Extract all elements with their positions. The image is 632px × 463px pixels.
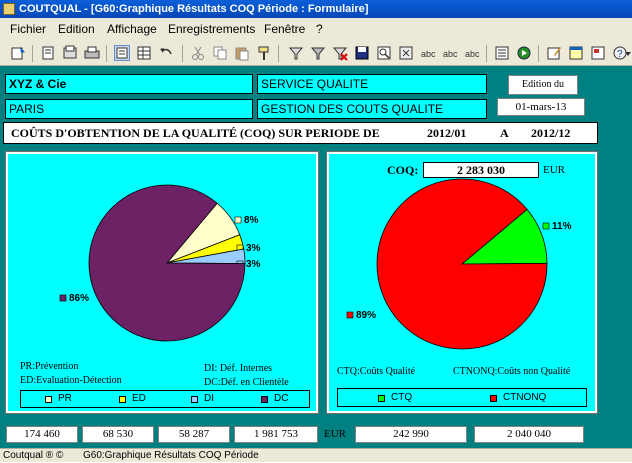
period-start[interactable]: 2012/01 xyxy=(427,126,466,141)
coq-split-pie: 11% 89% xyxy=(346,178,572,350)
coq-label-swatch-ctq xyxy=(542,222,550,230)
svg-text:abc: abc xyxy=(443,49,458,59)
paste-icon[interactable] xyxy=(234,45,250,61)
menu-affichage[interactable]: Affichage xyxy=(107,22,157,36)
toolbar: abc abc abc ? xyxy=(0,40,632,66)
save-icon[interactable] xyxy=(354,45,370,61)
database-window-icon[interactable] xyxy=(568,45,584,61)
coq-data-label-ctnonq: 89% xyxy=(356,310,376,321)
menu-fichier[interactable]: Fichier xyxy=(10,22,46,36)
legend-label-ed: ED xyxy=(132,393,146,404)
cost-data-label-ed: 3% xyxy=(246,243,261,254)
title-bar: COUTQUAL - [G60:Graphique Résultats COQ … xyxy=(0,0,632,18)
total-pr-field[interactable]: 174 460 xyxy=(6,426,78,443)
cut-icon[interactable] xyxy=(190,45,206,61)
form-view-icon[interactable] xyxy=(114,45,130,61)
cost-data-label-pr: 8% xyxy=(244,215,259,226)
note-dc: DC:Déf. en Clientèle xyxy=(204,377,289,388)
legend-swatch-ed xyxy=(119,396,126,403)
total-di-field[interactable]: 58 287 xyxy=(158,426,230,443)
edition-date-field[interactable]: 01-mars-13 xyxy=(497,98,585,116)
text-direction-icon[interactable]: abc xyxy=(464,45,480,61)
edit-code-icon[interactable] xyxy=(546,45,562,61)
period-label: COÛTS D'OBTENTION DE LA QUALITÉ (COQ) SU… xyxy=(11,126,380,140)
total-ctq-field[interactable]: 242 990 xyxy=(355,426,467,443)
print-icon[interactable] xyxy=(84,45,100,61)
legend-label-ctnonq: CTNONQ xyxy=(503,392,547,403)
undo-icon[interactable] xyxy=(158,45,174,61)
new-object-icon[interactable] xyxy=(590,45,606,61)
design-view-icon[interactable] xyxy=(10,45,26,61)
go-icon[interactable] xyxy=(516,45,532,61)
svg-text:abc: abc xyxy=(465,49,480,59)
spelling-icon[interactable]: abc xyxy=(420,45,436,61)
print-preview-icon[interactable] xyxy=(62,45,78,61)
grammar-icon[interactable]: abc xyxy=(442,45,458,61)
note-pr: PR:Prévention xyxy=(20,361,79,372)
remove-filter-icon[interactable] xyxy=(332,45,348,61)
note-ctnonq: CTNONQ:Coûts non Qualité xyxy=(453,366,571,377)
period-bar: COÛTS D'OBTENTION DE LA QUALITÉ (COQ) SU… xyxy=(3,122,598,144)
note-ctq: CTQ:Coûts Qualité xyxy=(337,366,416,377)
company-field[interactable]: XYZ & Cie xyxy=(5,74,253,94)
properties-icon[interactable] xyxy=(494,45,510,61)
copy-icon[interactable] xyxy=(212,45,228,61)
svg-text:abc: abc xyxy=(421,49,436,59)
city-field[interactable]: PARIS xyxy=(5,99,253,119)
legend-label-di: DI xyxy=(204,393,214,404)
filter-selection-icon[interactable] xyxy=(288,45,304,61)
coq-data-label-ctq: 11% xyxy=(552,221,572,232)
cost-breakdown-legend: PR ED DI DC xyxy=(20,390,310,408)
coq-slice-ctnonq xyxy=(376,178,548,350)
legend-swatch-ctnonq xyxy=(490,395,497,402)
toolbar-overflow-icon[interactable] xyxy=(624,45,632,61)
window-title: COUTQUAL - [G60:Graphique Résultats COQ … xyxy=(19,3,369,15)
open-icon[interactable] xyxy=(40,45,56,61)
format-painter-icon[interactable] xyxy=(256,45,272,61)
edition-label: Edition du xyxy=(508,75,578,95)
department-field[interactable]: GESTION DES COUTS QUALITE xyxy=(257,99,487,119)
menu-fenetre[interactable]: Fenêtre xyxy=(264,22,305,36)
coq-split-legend: CTQ CTNONQ xyxy=(337,388,587,407)
app-icon xyxy=(3,3,15,15)
filter-form-icon[interactable] xyxy=(310,45,326,61)
cost-label-swatch-dc xyxy=(59,294,67,302)
datasheet-view-icon[interactable] xyxy=(136,45,152,61)
legend-swatch-dc xyxy=(261,396,268,403)
legend-label-dc: DC xyxy=(274,393,289,404)
sort-icon[interactable] xyxy=(398,45,414,61)
menu-help[interactable]: ? xyxy=(316,22,323,36)
legend-label-pr: PR xyxy=(58,393,72,404)
total-dc-field[interactable]: 1 981 753 xyxy=(234,426,318,443)
find-icon[interactable] xyxy=(376,45,392,61)
status-text: G60:Graphique Résultats COQ Période xyxy=(83,450,259,461)
total-ed-field[interactable]: 68 530 xyxy=(82,426,154,443)
menu-edition[interactable]: Edition xyxy=(58,22,95,36)
legend-swatch-pr xyxy=(45,396,52,403)
cost-label-swatch-pr xyxy=(234,216,242,224)
total-ctnonq-field[interactable]: 2 040 040 xyxy=(474,426,584,443)
svg-text:?: ? xyxy=(617,49,623,60)
menu-enregistrements[interactable]: Enregistrements xyxy=(168,22,255,36)
cost-data-label-dc: 86% xyxy=(69,293,89,304)
legend-swatch-di xyxy=(191,396,198,403)
note-ed: ED:Evaluation-Détection xyxy=(20,375,122,386)
form-area: XYZ & Cie PARIS SERVICE QUALITE GESTION … xyxy=(0,66,632,448)
period-separator: A xyxy=(500,126,509,140)
cost-breakdown-panel: 8% 3% 3% 86% PR:Prévention ED:Evaluation-Dé… xyxy=(5,151,319,414)
status-bar: Coutqual ® © G60:Graphique Résultats COQ… xyxy=(0,448,632,462)
legend-label-ctq: CTQ xyxy=(391,392,413,403)
note-di: DI: Déf. Internes xyxy=(204,363,273,374)
status-app: Coutqual ® © xyxy=(3,450,64,461)
legend-swatch-ctq xyxy=(378,395,385,402)
cost-breakdown-pie: 8% 3% 3% 86% xyxy=(59,184,261,342)
period-end[interactable]: 2012/12 xyxy=(531,126,570,141)
service-field[interactable]: SERVICE QUALITE xyxy=(257,74,487,94)
cost-data-label-di: 3% xyxy=(246,259,261,270)
menu-bar: Fichier Edition Affichage Enregistrement… xyxy=(0,18,632,40)
totals-unit: EUR xyxy=(324,428,346,440)
coq-label-swatch-ctnonq xyxy=(346,311,354,319)
coq-panel: COQ: 2 283 030 EUR 11% 89% CTQ:Coûts Qual… xyxy=(326,151,598,414)
